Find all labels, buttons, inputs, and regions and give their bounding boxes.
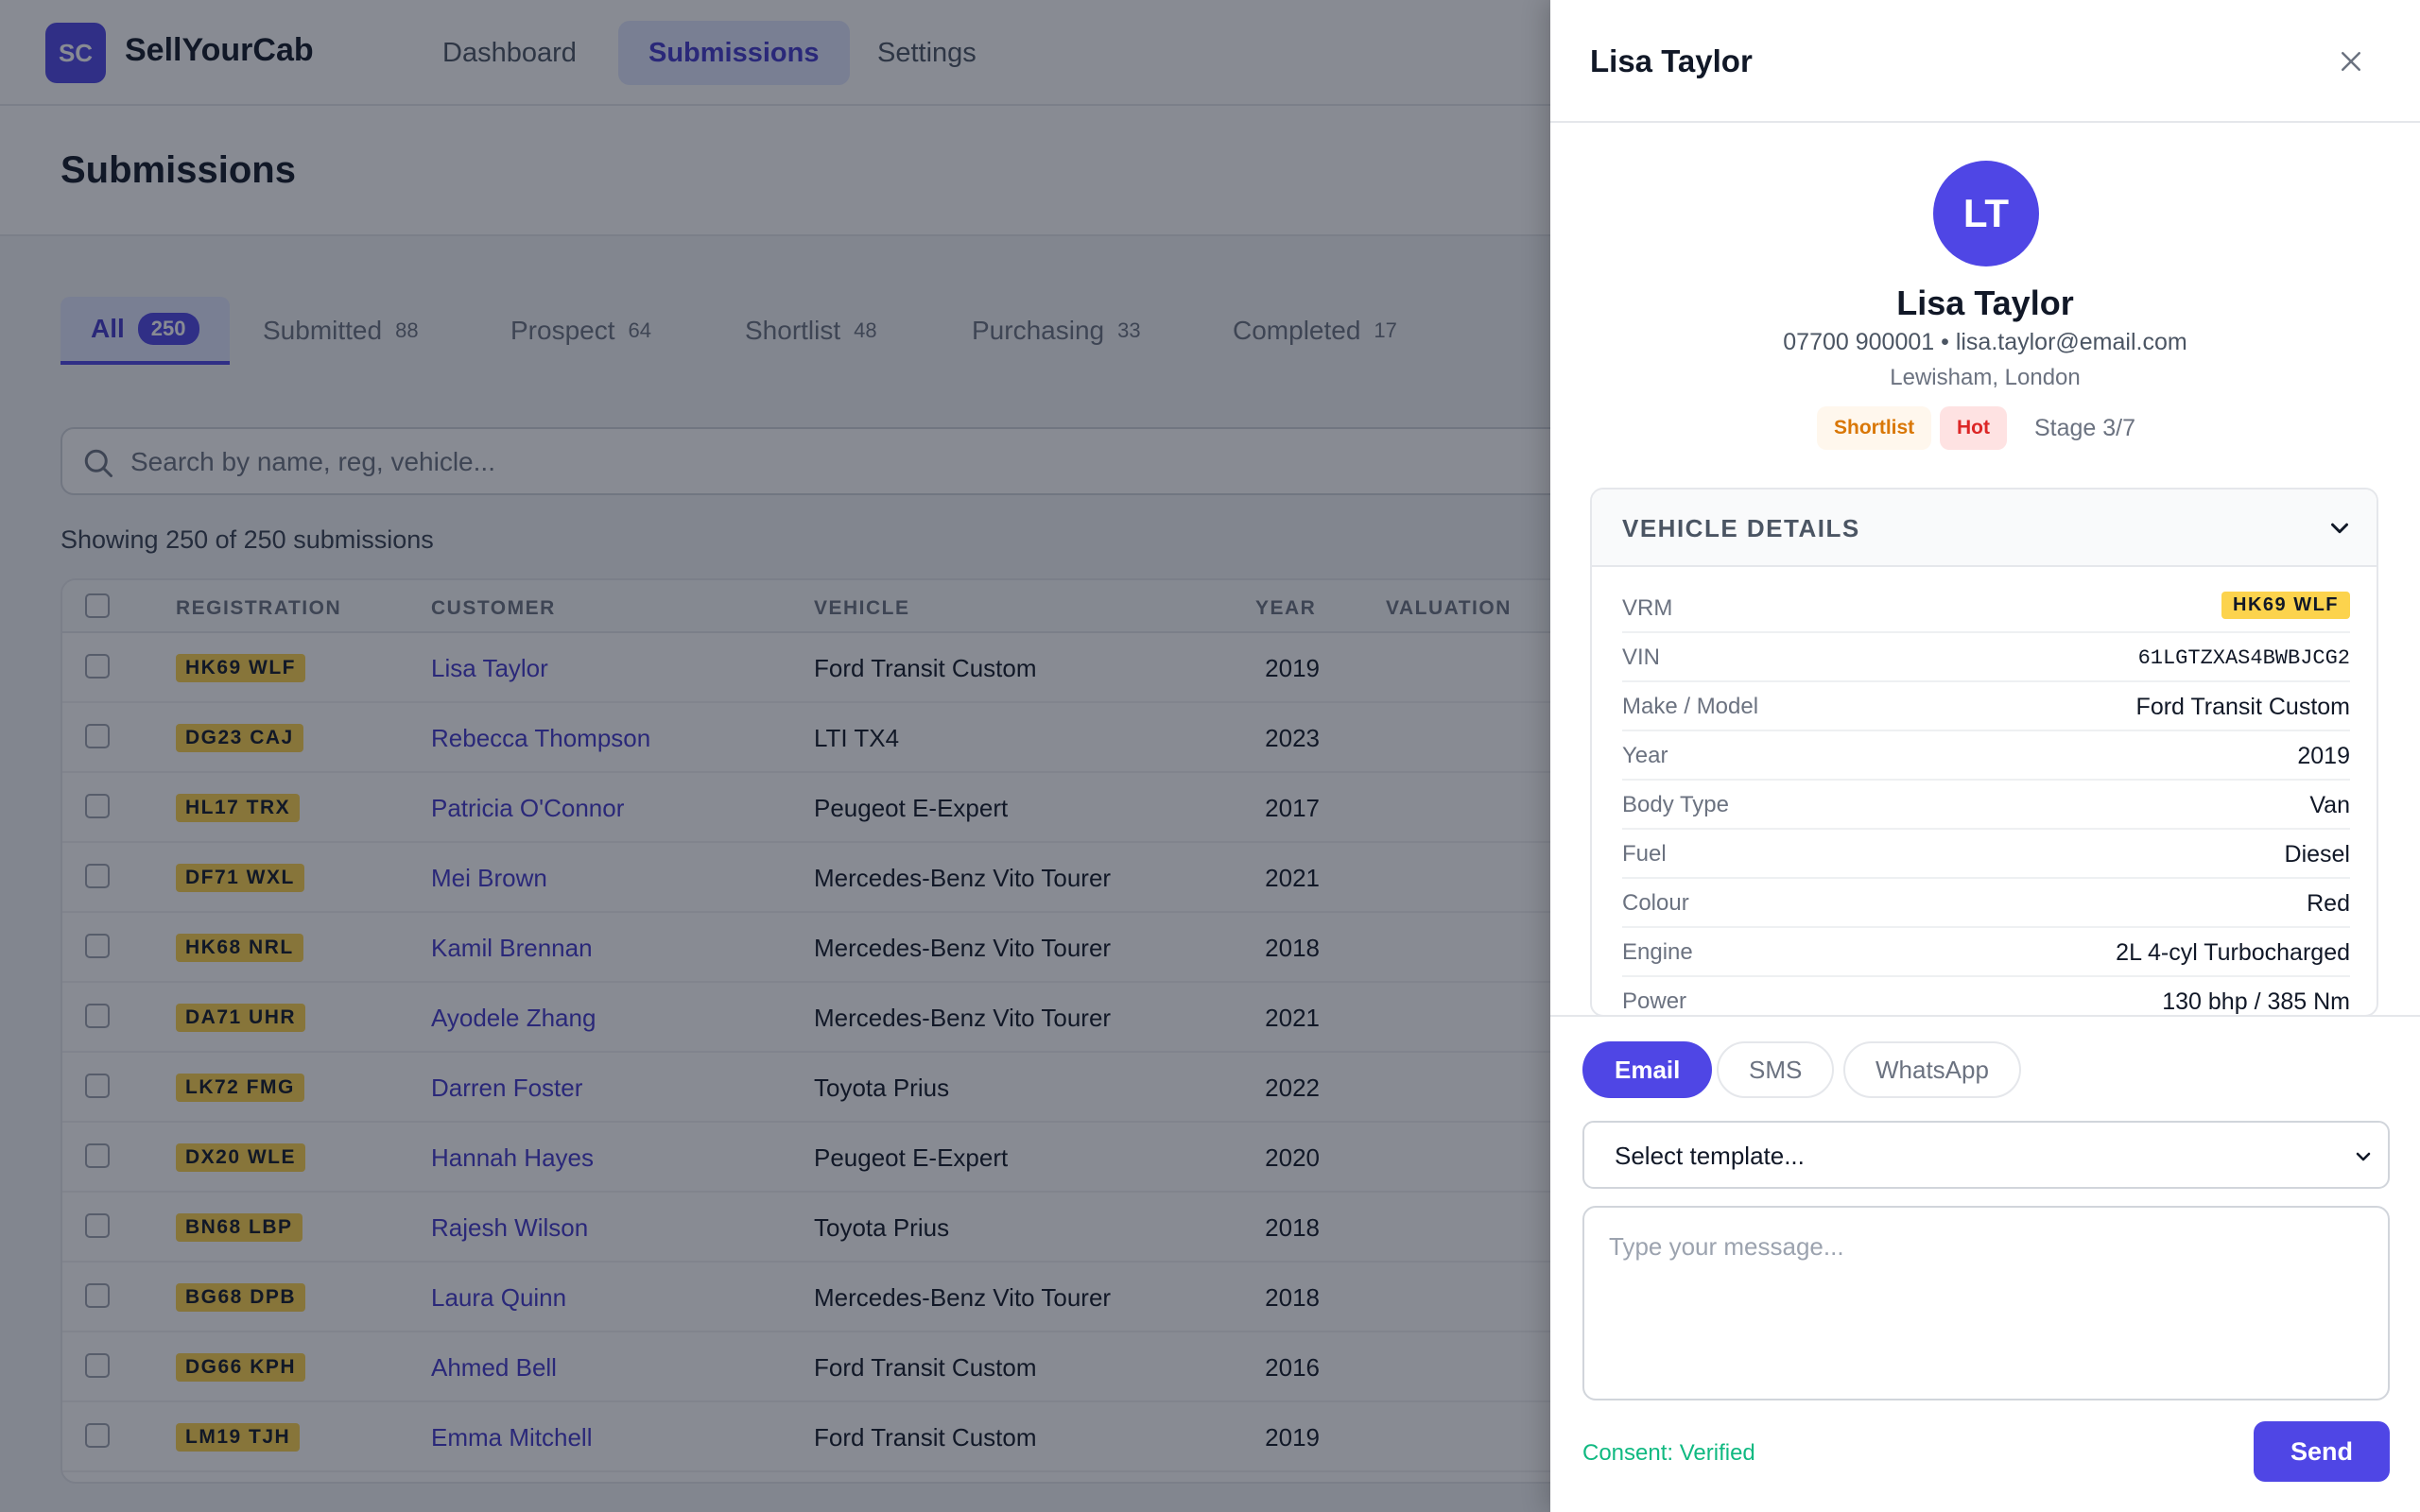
close-button[interactable] [2327,38,2375,85]
consent-status: Consent: Verified [1582,1440,1755,1466]
chevron-down-icon [2356,1152,2371,1161]
vehicle-details-panel: VEHICLE DETAILS VRM HK69 WLF VIN 61LGTZXAS4… [1590,488,2378,1017]
stage-indicator: Stage 3/7 [2034,415,2136,441]
detail-key: Make / Model [1622,694,1759,719]
detail-value: Van [2309,792,2350,818]
vehicle-details-header[interactable]: VEHICLE DETAILS [1592,490,2377,567]
detail-key: VRM [1622,595,1673,621]
detail-key: Year [1622,743,1668,768]
detail-value: Diesel [2284,841,2350,868]
close-icon [2342,52,2360,71]
message-input[interactable] [1584,1208,2388,1399]
detail-key: VIN [1622,644,1661,670]
detail-key: Colour [1622,890,1689,916]
detail-value: Red [2307,890,2350,917]
channel-sms-button[interactable]: SMS [1717,1041,1835,1098]
detail-row: Colour Red [1622,879,2350,928]
detail-row: Year 2019 [1622,731,2350,781]
detail-row: Fuel Diesel [1622,830,2350,879]
drawer-header: Lisa Taylor [1550,0,2420,123]
detail-key: Body Type [1622,792,1729,817]
temperature-badge: Hot [1940,406,2007,450]
detail-row: VIN 61LGTZXAS4BWBJCG2 [1622,633,2350,682]
detail-value: 130 bhp / 385 Nm [2162,988,2350,1015]
send-button[interactable]: Send [2254,1421,2390,1482]
detail-value: 2019 [2297,743,2350,769]
customer-contact: 07700 900001 • lisa.taylor@email.com [1783,329,2187,355]
chevron-down-icon[interactable] [2325,514,2354,542]
customer-drawer: Lisa Taylor LT Lisa Taylor 07700 900001 … [1550,0,2420,1512]
detail-value: Ford Transit Custom [2135,694,2350,720]
detail-value: 61LGTZXAS4BWBJCG2 [2137,646,2350,670]
drawer-title: Lisa Taylor [1590,43,1753,78]
channel-email-button[interactable]: Email [1582,1041,1713,1098]
channel-whatsapp-button[interactable]: WhatsApp [1843,1041,2021,1098]
vehicle-details-title: VEHICLE DETAILS [1622,514,1860,542]
detail-row: Engine 2L 4-cyl Turbocharged [1622,928,2350,977]
avatar: LT [1933,161,2039,266]
avatar-initials: LT [1962,191,2010,235]
detail-row: Body Type Van [1622,781,2350,830]
modal-backdrop[interactable] [0,0,1550,1512]
detail-key: Power [1622,988,1687,1014]
detail-row: VRM HK69 WLF [1622,584,2350,633]
status-badge: Shortlist [1817,406,1932,450]
message-composer: Email SMS WhatsApp Select template... Co… [1550,1015,2420,1512]
detail-row: Make / Model Ford Transit Custom [1622,682,2350,731]
message-box [1582,1206,2390,1400]
detail-value: HK69 WLF [2221,592,2350,619]
detail-key: Engine [1622,939,1693,965]
customer-name: Lisa Taylor [1896,284,2074,322]
template-select[interactable]: Select template... [1582,1121,2390,1189]
detail-value: 2L 4-cyl Turbocharged [2116,939,2350,966]
template-select-value: Select template... [1615,1142,1805,1170]
detail-key: Fuel [1622,841,1667,867]
customer-location: Lewisham, London [1890,365,2081,390]
detail-row: Power 130 bhp / 385 Nm [1622,977,2350,1015]
